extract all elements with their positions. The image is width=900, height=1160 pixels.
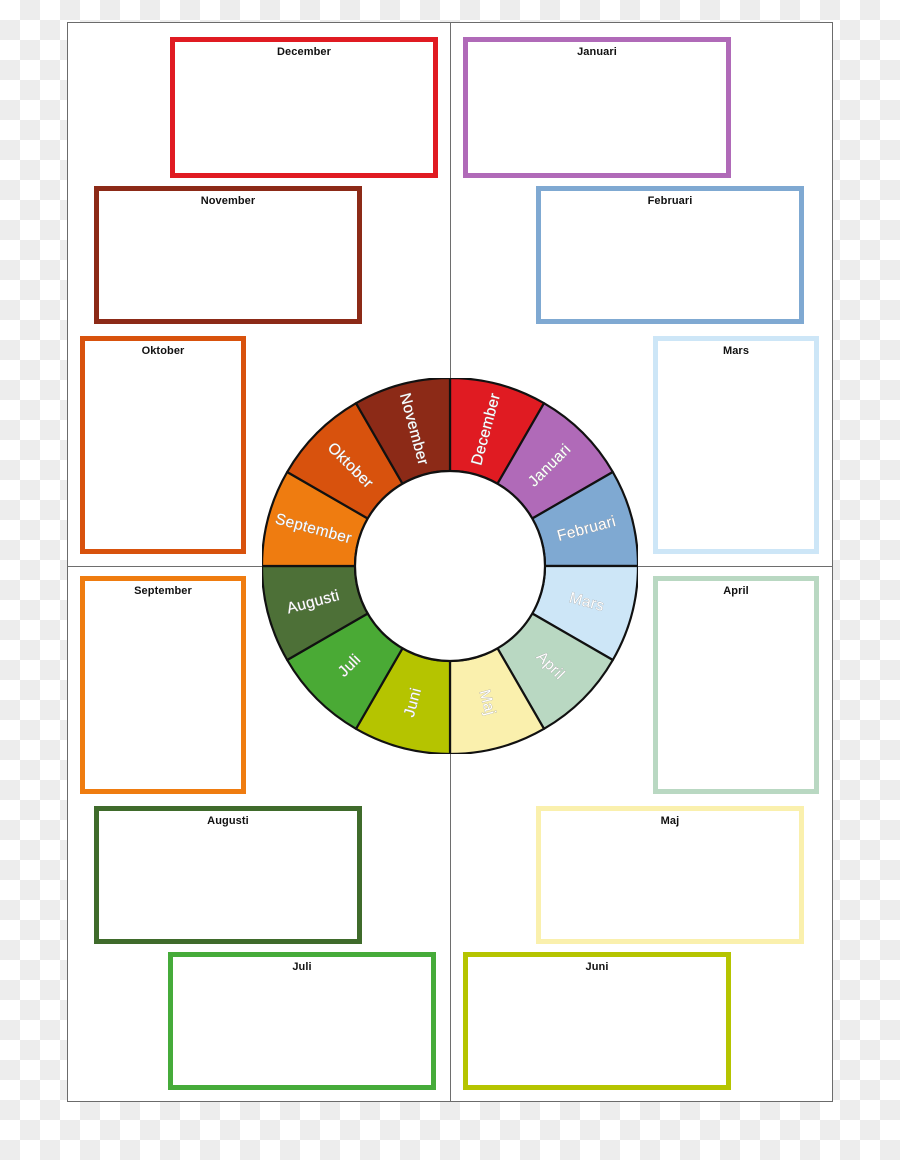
note-box-label: Oktober <box>141 345 185 357</box>
note-box-label: September <box>134 585 192 597</box>
note-box-april[interactable]: April <box>653 576 819 794</box>
wheel-center-hole <box>353 469 547 663</box>
note-box-augusti[interactable]: Augusti <box>94 806 362 944</box>
note-box-label: Augusti <box>207 815 249 827</box>
note-box-mars[interactable]: Mars <box>653 336 819 554</box>
wheel-segment-group <box>262 378 638 754</box>
note-box-label: Juni <box>585 961 609 973</box>
year-wheel-svg: December JanuariFebruariMarsAprilMajJuniJ… <box>262 378 638 754</box>
note-box-november[interactable]: November <box>94 186 362 324</box>
note-box-label: Januari <box>577 46 617 58</box>
note-box-label: December <box>277 46 331 58</box>
note-box-februari[interactable]: Februari <box>536 186 804 324</box>
note-box-oktober[interactable]: Oktober <box>80 336 246 554</box>
note-box-label: Juli <box>292 961 312 973</box>
note-box-label: April <box>723 585 749 597</box>
note-box-juli[interactable]: Juli <box>168 952 436 1090</box>
year-colour-wheel: December Januari Februari Mars April Maj Juni J… <box>262 378 638 754</box>
note-box-juni[interactable]: Juni <box>463 952 731 1090</box>
note-box-label: November <box>200 195 256 207</box>
note-box-label: Maj <box>660 815 680 827</box>
note-box-label: Februari <box>647 195 693 207</box>
note-box-december[interactable]: December <box>170 37 438 178</box>
note-box-maj[interactable]: Maj <box>536 806 804 944</box>
note-box-label: Mars <box>722 345 750 357</box>
note-box-september[interactable]: September <box>80 576 246 794</box>
worksheet-canvas: December November Oktober September Augusti J… <box>0 0 900 1160</box>
note-box-januari[interactable]: Januari <box>463 37 731 178</box>
